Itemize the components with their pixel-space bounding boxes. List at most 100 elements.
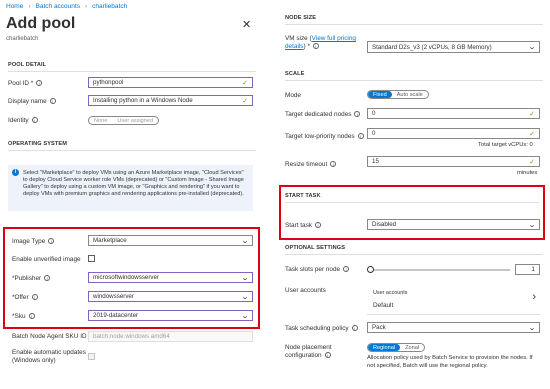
user-accounts-label: User accounts [285, 287, 326, 294]
offer-select[interactable]: windowsserver ⌄ [88, 291, 253, 302]
publisher-select[interactable]: microsoftwindowsserver ⌄ [88, 272, 253, 283]
divider [285, 24, 543, 25]
resize-timeout-input[interactable]: 15 ✓ [367, 156, 540, 167]
sku-label: *Sku i [12, 313, 35, 320]
info-icon: i [12, 169, 19, 176]
info-icon[interactable]: i [31, 294, 38, 301]
lowpri-nodes-label: Target low-priority nodes i [285, 133, 364, 140]
chevron-down-icon: ⌄ [240, 293, 250, 301]
mode-option-auto-scale[interactable]: Auto scale [392, 91, 428, 98]
info-icon[interactable]: i [48, 238, 55, 245]
chevron-down-icon: ⌄ [527, 324, 537, 332]
lowpri-nodes-input[interactable]: 0 ✓ [367, 128, 540, 139]
page-title: Add pool [6, 15, 76, 32]
section-optional-settings: OPTIONAL SETTINGS [285, 245, 346, 251]
offer-label: *Offer i [12, 294, 38, 301]
info-icon[interactable]: i [330, 161, 337, 168]
divider [8, 71, 256, 72]
scheduling-policy-label: Task scheduling policy i [285, 325, 358, 332]
task-slots-label: Task slots per node i [285, 266, 350, 273]
vm-size-label: VM size (View full pricing details) * i [285, 35, 356, 50]
info-message: i Select "Marketplace" to deploy VMs usi… [8, 165, 253, 211]
agent-sku-label: Batch Node Agent SKU ID [12, 333, 87, 340]
placement-option-regional[interactable]: Regional [368, 344, 401, 351]
image-type-label: Image Type i [12, 238, 55, 245]
chevron-down-icon: ⌄ [527, 221, 537, 229]
identity-label: Identity i [8, 117, 38, 124]
mode-toggle[interactable]: Fixed Auto scale [367, 90, 429, 99]
divider [8, 150, 256, 151]
breadcrumb-charliebatch[interactable]: charliebatch [92, 3, 127, 10]
info-icon[interactable]: i [324, 352, 331, 359]
unverified-image-label: Enable unverified image [12, 256, 81, 263]
breadcrumb-batch-accounts[interactable]: Batch accounts [36, 3, 80, 10]
identity-option-user-assigned[interactable]: User assigned [112, 117, 158, 124]
task-slots-slider-handle[interactable] [367, 266, 374, 273]
scheduling-policy-select[interactable]: Pack ⌄ [367, 322, 540, 333]
chevron-down-icon: ⌄ [240, 312, 250, 320]
section-scale: SCALE [285, 71, 305, 77]
dedicated-nodes-label: Target dedicated nodes i [285, 111, 361, 118]
node-placement-description: Allocation policy used by Batch Service … [367, 355, 533, 369]
identity-toggle[interactable]: None User assigned [88, 116, 160, 125]
pool-id-input[interactable]: pythonpool ✓ [88, 77, 253, 88]
user-accounts-value: Default [373, 302, 394, 309]
start-task-select[interactable]: Disabled ⌄ [367, 219, 540, 230]
checkmark-icon: ✓ [529, 110, 535, 118]
chevron-right-icon: › [28, 3, 31, 10]
chevron-down-icon: ⌄ [527, 44, 537, 51]
pool-id-label: Pool ID * i [8, 80, 43, 87]
info-icon[interactable]: i [28, 313, 35, 320]
checkmark-icon: ✓ [529, 158, 535, 166]
page-subtitle: charliebatch [6, 36, 39, 42]
dedicated-nodes-input[interactable]: 0 ✓ [367, 108, 540, 119]
node-placement-toggle[interactable]: Regional Zonal [367, 343, 426, 352]
vm-size-select[interactable]: Standard D2s_v3 (2 vCPUs, 8 GB Memory) ⌄ [367, 41, 540, 53]
chevron-down-icon: ⌄ [240, 274, 250, 282]
total-vcpus-text: Total target vCPUs: 0 [478, 142, 533, 148]
info-icon[interactable]: i [44, 275, 51, 282]
chevron-down-icon: ⌄ [240, 237, 250, 245]
checkmark-icon: ✓ [529, 130, 535, 138]
auto-updates-label: Enable automatic updates (Windows only) [12, 349, 86, 364]
placement-option-zonal[interactable]: Zonal [400, 344, 424, 351]
task-slots-slider-track[interactable] [370, 269, 510, 271]
display-name-input[interactable]: Installing python in a Windows Node ✓ [88, 95, 253, 106]
task-slots-input[interactable]: 1 [515, 264, 540, 275]
section-operating-system: OPERATING SYSTEM [8, 141, 67, 147]
info-icon[interactable]: i [315, 222, 321, 229]
node-placement-label: Node placement configuration i [285, 344, 332, 359]
info-icon[interactable]: i [49, 98, 56, 105]
checkmark-icon: ✓ [242, 97, 248, 105]
info-icon[interactable]: i [31, 117, 38, 124]
close-icon[interactable]: ✕ [242, 18, 251, 31]
section-pool-detail: POOL DETAIL [8, 62, 47, 68]
publisher-label: *Publisher i [12, 275, 51, 282]
sku-select[interactable]: 2019-datacenter ⌄ [88, 310, 253, 321]
agent-sku-input: batch.node.windows amd64 [88, 331, 253, 342]
info-icon[interactable]: i [357, 133, 364, 140]
start-task-label: Start task i [285, 222, 321, 229]
resize-unit: minutes [517, 170, 538, 176]
identity-option-none[interactable]: None [89, 117, 112, 124]
user-accounts-title: User accounts [373, 290, 408, 296]
chevron-right-icon: › [84, 3, 88, 10]
user-accounts-picker[interactable]: User accounts Default › [367, 285, 540, 315]
section-start-task: START TASK [285, 193, 321, 199]
image-type-select[interactable]: Marketplace ⌄ [88, 235, 253, 246]
divider [285, 80, 543, 81]
divider [285, 254, 543, 255]
breadcrumb: Home › Batch accounts › charliebatch [6, 3, 127, 10]
divider [285, 202, 539, 203]
breadcrumb-home[interactable]: Home [6, 3, 23, 10]
info-icon[interactable]: i [343, 266, 350, 273]
checkmark-icon: ✓ [242, 79, 248, 87]
info-icon[interactable]: i [351, 325, 358, 332]
info-icon[interactable]: i [312, 43, 319, 50]
display-name-label: Display name i [8, 98, 56, 105]
mode-option-fixed[interactable]: Fixed [368, 91, 392, 98]
info-icon[interactable]: i [36, 80, 43, 87]
info-icon[interactable]: i [354, 111, 361, 118]
auto-updates-checkbox[interactable] [88, 353, 95, 360]
unverified-image-checkbox[interactable] [88, 255, 95, 262]
